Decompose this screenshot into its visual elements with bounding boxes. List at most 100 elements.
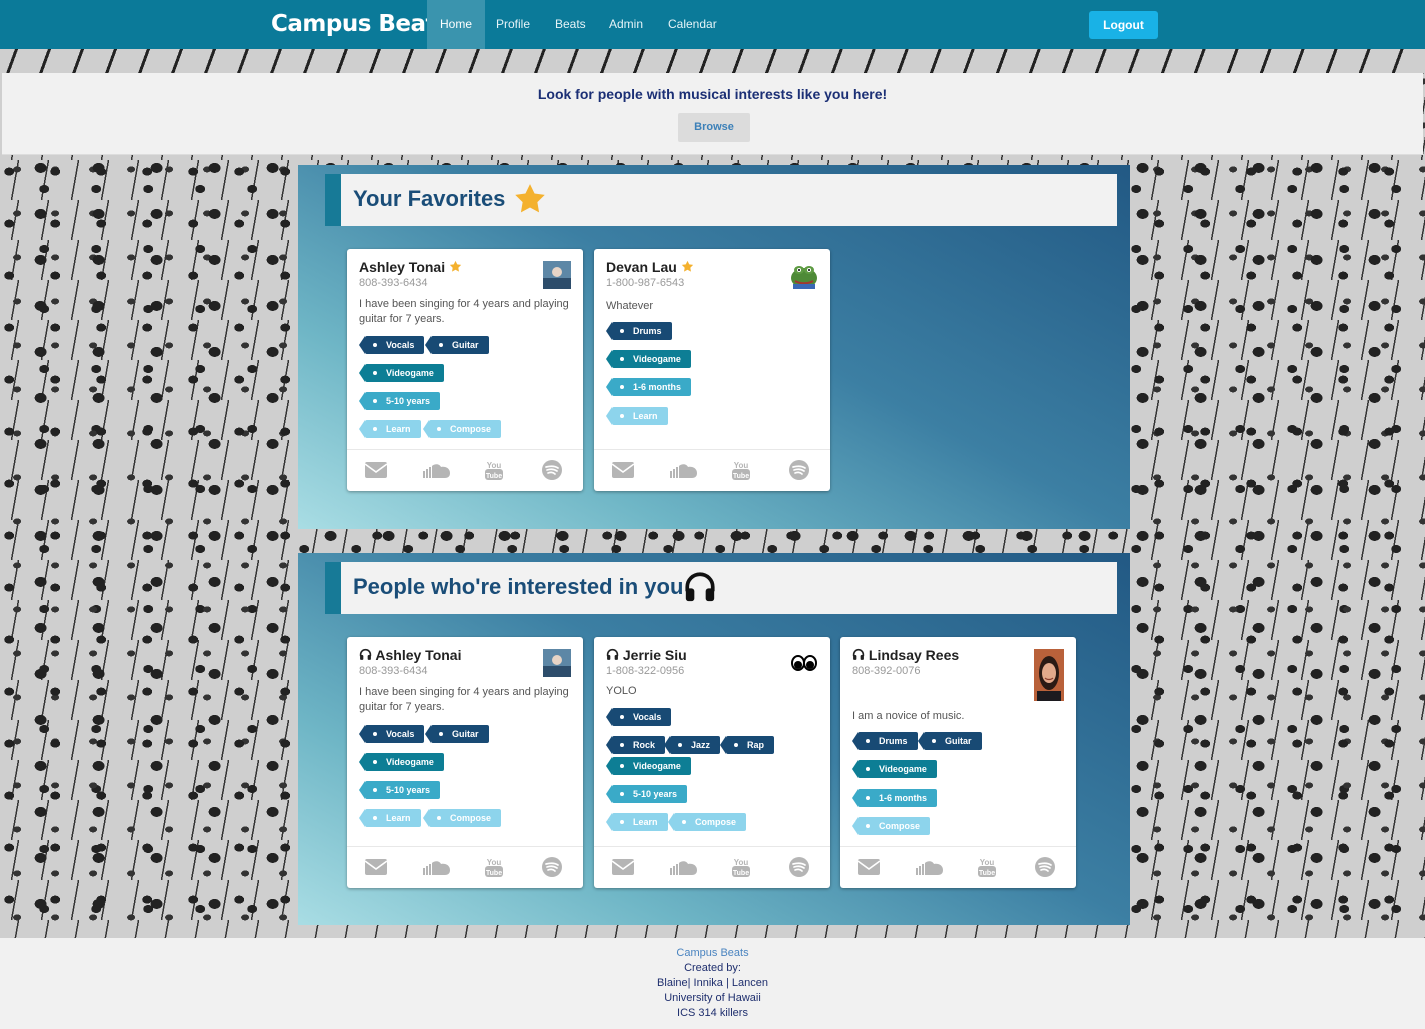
tag-learn[interactable]: Learn [606, 813, 668, 831]
favorites-title: Your Favorites [353, 186, 506, 211]
avatar [791, 266, 817, 289]
soundcloud-icon[interactable] [669, 459, 699, 481]
tag-experience[interactable]: 5-10 years [358, 392, 441, 410]
spotify-icon[interactable] [1033, 856, 1057, 878]
brand-logo[interactable]: Campus Beats [271, 11, 450, 37]
tag-videogame[interactable]: Videogame [852, 760, 937, 778]
envelope-icon[interactable] [857, 856, 881, 878]
music-note-background [0, 49, 1425, 73]
headphones-icon [359, 648, 372, 660]
avatar [1034, 649, 1064, 701]
youtube-icon[interactable]: You Tube [975, 856, 999, 878]
tag-compose[interactable]: Compose [667, 813, 747, 831]
headphones-icon [606, 648, 619, 660]
envelope-icon[interactable] [364, 856, 388, 878]
profile-phone: 1-808-322-0956 [606, 665, 685, 677]
nav-home[interactable]: Home [427, 0, 486, 49]
footer-authors: Blaine| Innika | Lancen [657, 977, 768, 989]
nav-calendar[interactable]: Calendar [655, 0, 730, 49]
youtube-icon[interactable]: You Tube [729, 856, 753, 878]
profile-name: Jerrie Siu [606, 647, 687, 663]
tag-learn[interactable]: Learn [359, 420, 421, 438]
tag-guitar[interactable]: Guitar [425, 725, 489, 743]
envelope-icon[interactable] [364, 459, 388, 481]
tag-guitar[interactable]: Guitar [425, 336, 489, 354]
card-footer: You Tube [594, 846, 830, 888]
nav-beats[interactable]: Beats [542, 0, 599, 49]
spotify-icon[interactable] [540, 856, 564, 878]
tag-drums[interactable]: Drums [606, 322, 672, 340]
browse-button[interactable]: Browse [678, 113, 750, 142]
tag-videogame[interactable]: Videogame [606, 757, 691, 775]
interested-header: People who're interested in you [325, 562, 1117, 614]
tag-guitar[interactable]: Guitar [918, 732, 982, 750]
profile-name-text: Lindsay Rees [868, 647, 960, 663]
favorites-header: Your Favorites [325, 174, 1117, 226]
tag-rap[interactable]: Rap [719, 736, 775, 754]
tag-experience[interactable]: 5-10 years [358, 781, 441, 799]
profile-card[interactable]: Jerrie Siu 1-808-322-0956 YOLO Vocals Ro… [594, 637, 830, 888]
profile-phone: 1-800-987-6543 [606, 277, 685, 289]
tag-compose[interactable]: Compose [851, 817, 931, 835]
tag-rock[interactable]: Rock [605, 736, 666, 754]
tag-learn[interactable]: Learn [606, 407, 668, 425]
youtube-icon[interactable]: You Tube [482, 459, 506, 481]
tag-vocals[interactable]: Vocals [358, 336, 425, 354]
svg-text:Tube: Tube [486, 870, 502, 877]
profile-name: Lindsay Rees [852, 647, 959, 663]
navbar: Campus Beats Home Profile Beats Admin Ca… [0, 0, 1425, 49]
svg-text:You: You [980, 858, 995, 867]
soundcloud-icon[interactable] [422, 459, 452, 481]
footer-school: University of Hawaii [664, 992, 761, 1004]
tag-experience[interactable]: 5-10 years [605, 785, 688, 803]
favorite-star-icon[interactable] [449, 260, 462, 273]
avatar [543, 261, 571, 289]
tag-experience[interactable]: 1-6 months [851, 789, 938, 807]
svg-text:You: You [487, 858, 502, 867]
envelope-icon[interactable] [611, 856, 635, 878]
page-footer: Campus Beats Created by: Blaine| Innika … [0, 938, 1425, 1029]
tag-videogame[interactable]: Videogame [359, 364, 444, 382]
spotify-icon[interactable] [540, 459, 564, 481]
card-footer: You Tube [840, 846, 1076, 888]
tag-jazz[interactable]: Jazz [663, 736, 721, 754]
nav-profile[interactable]: Profile [483, 0, 543, 49]
card-footer: You Tube [347, 449, 583, 491]
spotify-icon[interactable] [787, 459, 811, 481]
profile-card[interactable]: Ashley Tonai 808-393-6434 I have been si… [347, 637, 583, 888]
profile-phone: 808-393-6434 [359, 277, 428, 289]
card-footer: You Tube [594, 449, 830, 491]
profile-card[interactable]: Lindsay Rees 808-392-0076 I am a novice … [840, 637, 1076, 888]
tag-videogame[interactable]: Videogame [359, 753, 444, 771]
soundcloud-icon[interactable] [669, 856, 699, 878]
svg-text:Tube: Tube [979, 870, 995, 877]
envelope-icon[interactable] [611, 459, 635, 481]
interested-panel: People who're interested in you Ashley T… [298, 553, 1130, 925]
logout-button[interactable]: Logout [1089, 11, 1158, 39]
footer-created-by: Created by: [684, 962, 741, 974]
browse-banner: Look for people with musical interests l… [2, 73, 1423, 155]
tag-vocals[interactable]: Vocals [605, 708, 672, 726]
profile-bio: YOLO [606, 685, 637, 697]
svg-text:Tube: Tube [733, 473, 749, 480]
spotify-icon[interactable] [787, 856, 811, 878]
tag-drums[interactable]: Drums [852, 732, 918, 750]
soundcloud-icon[interactable] [915, 856, 945, 878]
youtube-icon[interactable]: You Tube [729, 459, 753, 481]
profile-card[interactable]: Ashley Tonai 808-393-6434 I have been si… [347, 249, 583, 491]
profile-name: Ashley Tonai [359, 647, 461, 663]
tag-learn[interactable]: Learn [359, 809, 421, 827]
tag-experience[interactable]: 1-6 months [605, 378, 692, 396]
tag-compose[interactable]: Compose [422, 809, 502, 827]
tag-compose[interactable]: Compose [422, 420, 502, 438]
profile-name-text: Ashley Tonai [375, 647, 462, 663]
tag-vocals[interactable]: Vocals [358, 725, 425, 743]
favorite-star-icon[interactable] [681, 260, 694, 273]
tag-videogame[interactable]: Videogame [606, 350, 691, 368]
nav-admin[interactable]: Admin [596, 0, 656, 49]
profile-name-text: Ashley Tonai [359, 259, 446, 275]
soundcloud-icon[interactable] [422, 856, 452, 878]
youtube-icon[interactable]: You Tube [482, 856, 506, 878]
footer-brand[interactable]: Campus Beats [0, 947, 1425, 959]
profile-card[interactable]: Devan Lau 1-800-987-6543 Whatever Drums … [594, 249, 830, 491]
